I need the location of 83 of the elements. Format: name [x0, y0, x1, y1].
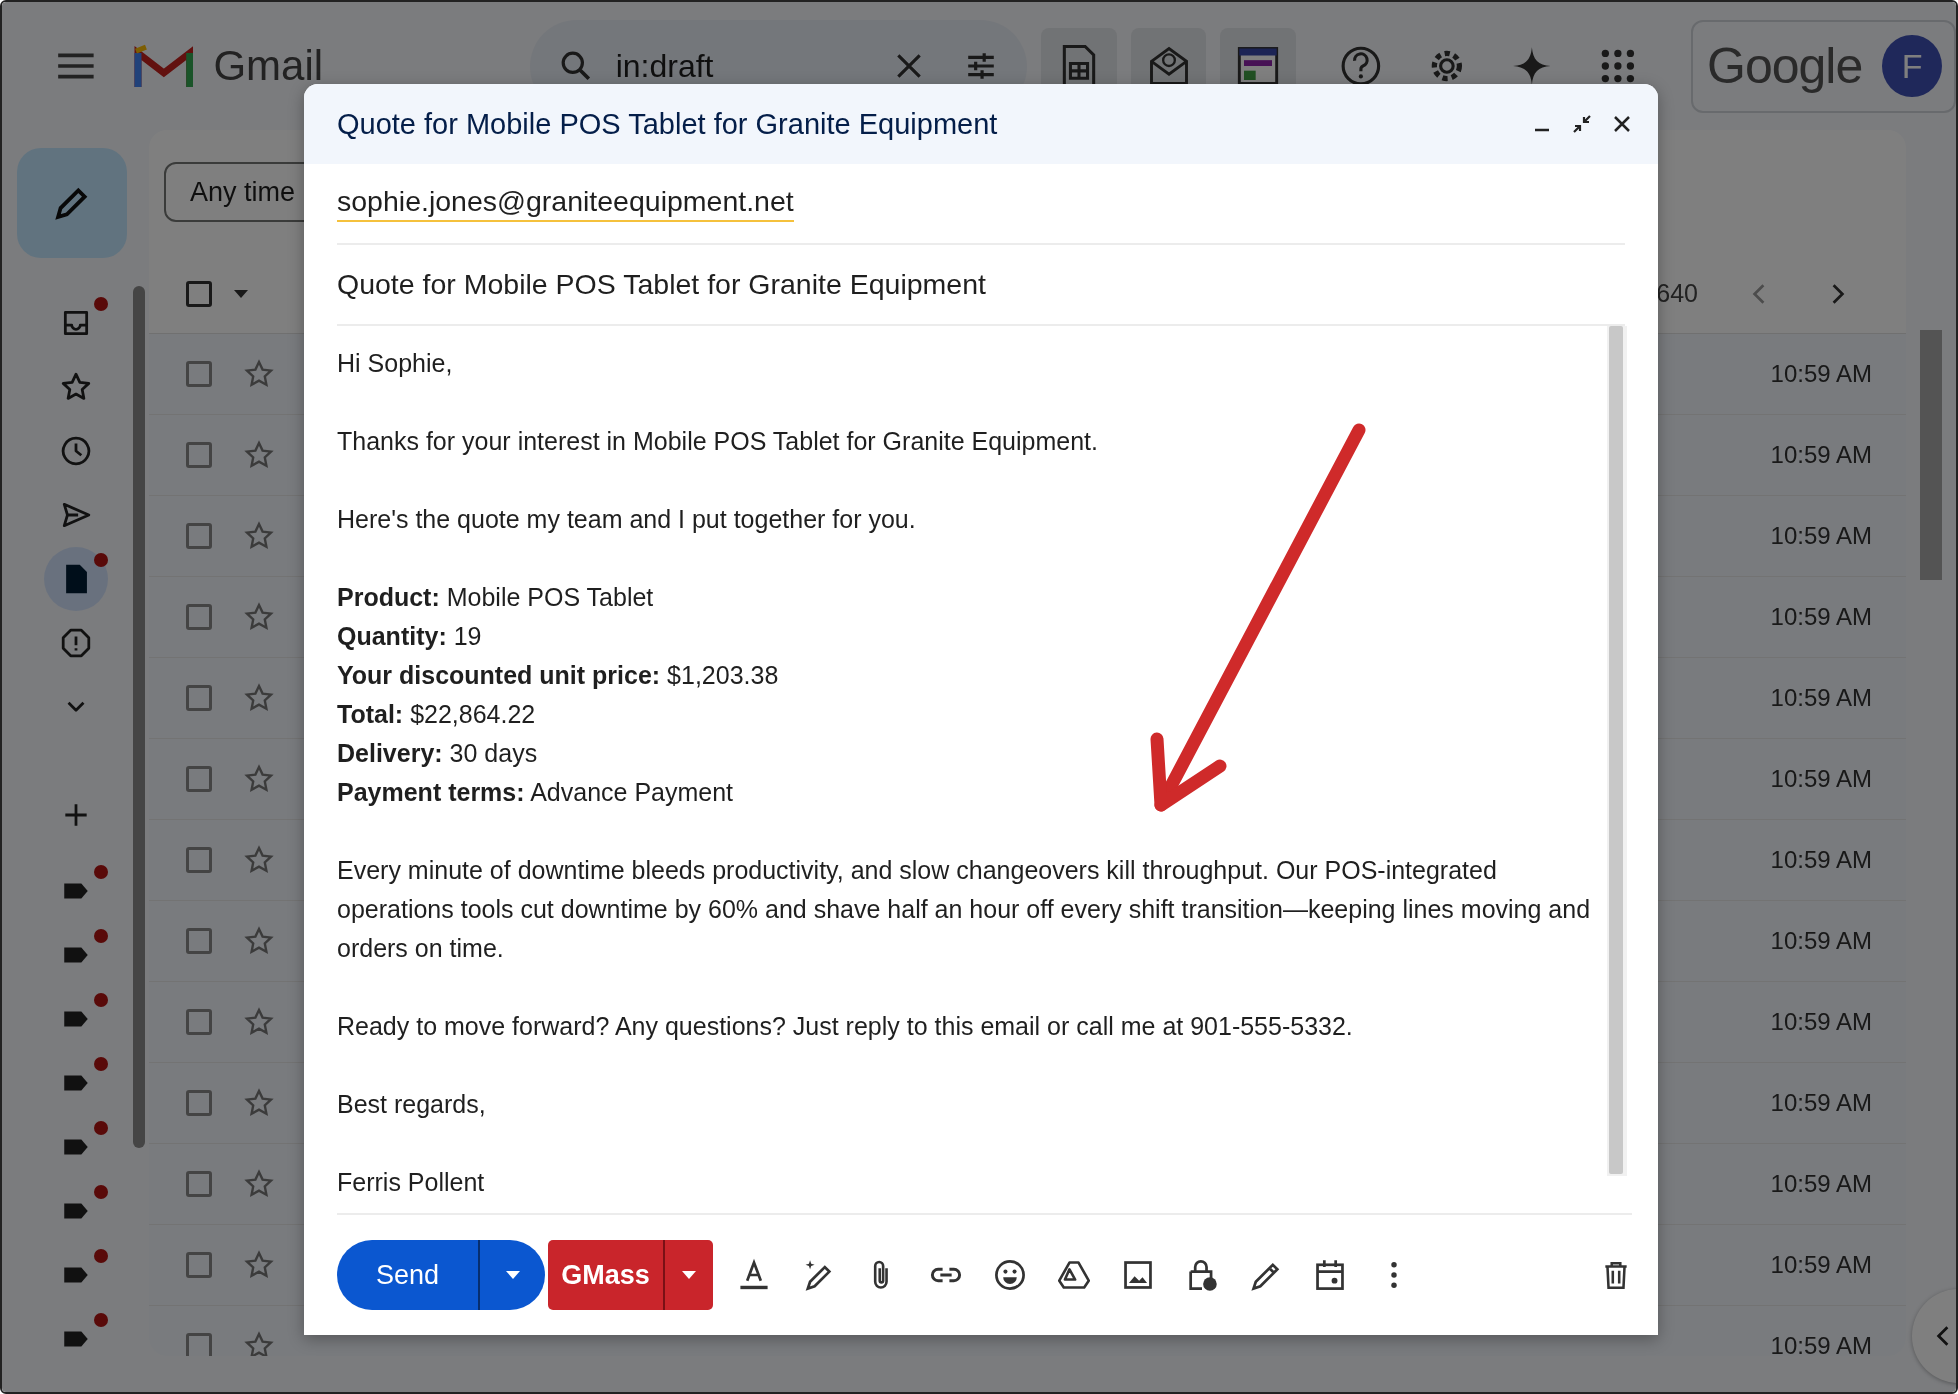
email-time: 10:59 AM: [1770, 522, 1872, 550]
star-icon[interactable]: [244, 521, 274, 551]
drive-icon[interactable]: [1057, 1258, 1091, 1292]
body-text: Your discounted unit price: $1,203.38: [337, 660, 779, 691]
row-checkbox[interactable]: [186, 1171, 212, 1197]
account-avatar[interactable]: F: [1882, 35, 1942, 97]
email-time: 10:59 AM: [1770, 1089, 1872, 1117]
body-text: Product: Mobile POS Tablet: [337, 582, 654, 613]
body-text: Hi Sophie,: [337, 348, 453, 379]
star-icon[interactable]: [244, 845, 274, 875]
star-icon[interactable]: [244, 683, 274, 713]
caret-icon[interactable]: [505, 1271, 520, 1279]
caret-icon[interactable]: [234, 289, 248, 298]
pagination-count: 640: [1656, 279, 1698, 308]
row-checkbox[interactable]: [186, 928, 212, 954]
gmass-button[interactable]: GMass: [548, 1240, 665, 1310]
email-time: 10:59 AM: [1770, 1251, 1872, 1279]
body-text: Ferris Pollent: [337, 1167, 485, 1198]
send-options-button[interactable]: [480, 1240, 545, 1310]
chevron-left-icon[interactable]: [1936, 1325, 1950, 1347]
email-time: 10:59 AM: [1770, 927, 1872, 955]
star-icon[interactable]: [244, 602, 274, 632]
row-checkbox[interactable]: [186, 442, 212, 468]
account-area[interactable]: Google F: [1691, 19, 1956, 113]
email-time: 10:59 AM: [1770, 1008, 1872, 1036]
scrollbar[interactable]: [133, 286, 145, 1148]
compose-button[interactable]: [16, 148, 127, 258]
calendar-icon[interactable]: [1313, 1258, 1347, 1292]
body-text: Ready to move forward? Any questions? Just reply to this email or call me at 901-555-5332.: [337, 1011, 1353, 1042]
body-text: Every minute of downtime bleeds productivity, and slow changeovers kill throughput. Our POS-integrated operations tools cut downtime by 60% and shave half an hour off every shift transition—keeping lines moving and orders on time.: [337, 855, 1592, 964]
row-checkbox[interactable]: [186, 1252, 212, 1278]
body-text: Here's the quote my team and I put together for you.: [337, 504, 916, 535]
email-time: 10:59 AM: [1770, 603, 1872, 631]
exit-fullscreen-icon[interactable]: [1572, 114, 1592, 134]
body-text: Total: $22,864.22: [337, 699, 536, 730]
row-checkbox[interactable]: [186, 1009, 212, 1035]
subject-field[interactable]: Quote for Mobile POS Tablet for Granite Equipment: [337, 268, 986, 301]
email-time: 10:59 AM: [1770, 765, 1872, 793]
body-text: Best regards,: [337, 1089, 486, 1120]
search-icon[interactable]: [559, 50, 592, 82]
row-checkbox[interactable]: [186, 361, 212, 387]
help-icon[interactable]: [1339, 45, 1382, 87]
chevron-right-icon[interactable]: [1831, 282, 1845, 305]
star-icon[interactable]: [244, 1088, 274, 1118]
star-icon[interactable]: [244, 764, 274, 794]
scrollbar-thumb[interactable]: [1920, 330, 1942, 580]
menu-icon[interactable]: [58, 53, 94, 79]
close-icon[interactable]: [1612, 114, 1632, 134]
star-icon[interactable]: [244, 1007, 274, 1037]
caret-icon[interactable]: [682, 1271, 696, 1279]
row-checkbox[interactable]: [186, 1090, 212, 1116]
star-icon[interactable]: [244, 359, 274, 389]
gmail-logo-icon[interactable]: [133, 43, 194, 89]
row-checkbox[interactable]: [186, 1333, 212, 1356]
star-icon[interactable]: [244, 926, 274, 956]
star-icon[interactable]: [244, 440, 274, 470]
star-icon[interactable]: [244, 1169, 274, 1199]
recipient-chip[interactable]: sophie.jones@graniteequipment.net: [337, 185, 794, 222]
image-icon[interactable]: [1121, 1258, 1155, 1292]
send-button[interactable]: Send: [337, 1240, 480, 1310]
body-text: Thanks for your interest in Mobile POS Tablet for Granite Equipment.: [337, 426, 1098, 457]
app-name: Gmail: [213, 42, 325, 90]
star-icon[interactable]: [244, 1250, 274, 1280]
row-checkbox[interactable]: [186, 766, 212, 792]
email-time: 10:59 AM: [1770, 1332, 1872, 1356]
scrollbar-thumb[interactable]: [1609, 326, 1623, 1174]
body-text: Payment terms: Advance Payment: [337, 777, 734, 808]
email-time: 10:59 AM: [1770, 684, 1872, 712]
emoji-icon[interactable]: [993, 1258, 1027, 1292]
text-format-icon[interactable]: [737, 1258, 771, 1292]
row-checkbox[interactable]: [186, 523, 212, 549]
email-time: 10:59 AM: [1770, 360, 1872, 388]
star-icon[interactable]: [244, 1331, 274, 1356]
row-checkbox[interactable]: [186, 847, 212, 873]
brand-wordmark: Google: [1707, 37, 1863, 95]
row-checkbox[interactable]: [186, 685, 212, 711]
body-text: Delivery: 30 days: [337, 738, 538, 769]
email-time: 10:59 AM: [1770, 846, 1872, 874]
row-checkbox[interactable]: [186, 604, 212, 630]
select-checkbox[interactable]: [186, 280, 212, 307]
body-text: Quantity: 19: [337, 621, 482, 652]
email-time: 10:59 AM: [1770, 441, 1872, 469]
email-time: 10:59 AM: [1770, 1170, 1872, 1198]
